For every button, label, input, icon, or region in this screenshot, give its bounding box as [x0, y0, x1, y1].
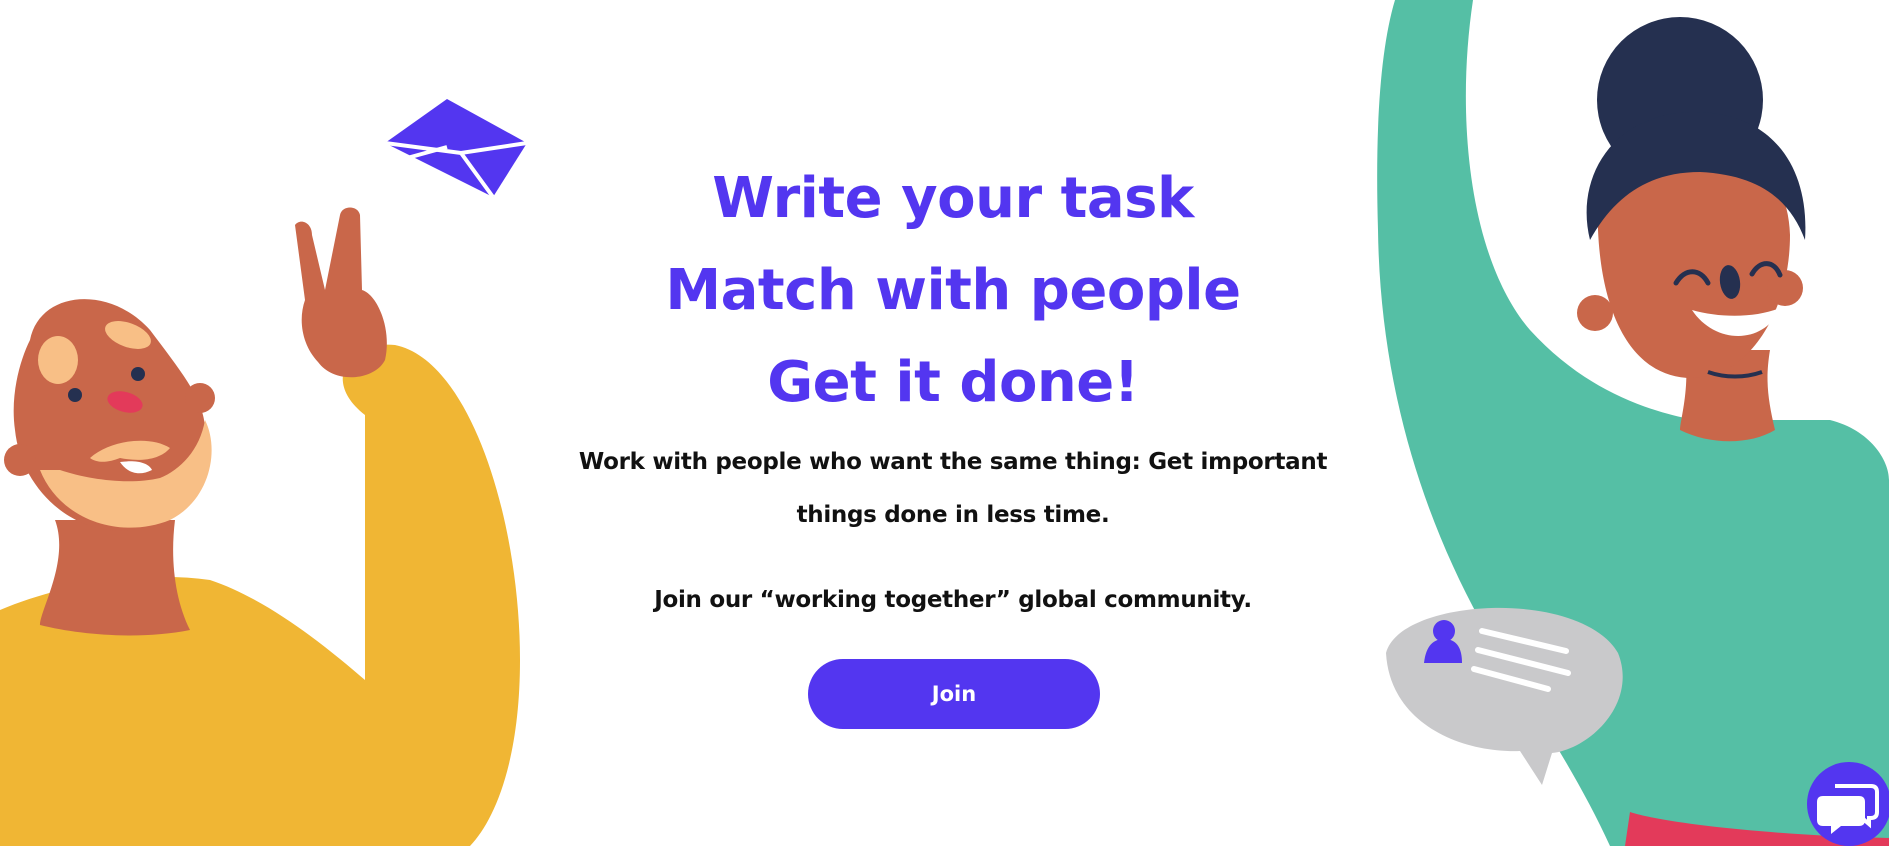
envelope-icon — [385, 99, 528, 199]
chat-widget-icon[interactable] — [1807, 762, 1889, 846]
headline-line-2: Match with people — [665, 258, 1241, 323]
headline-line-3: Get it done! — [767, 350, 1139, 415]
hero-section: Write your task Match with people Get it… — [560, 0, 1346, 846]
headline: Write your task Match with people Get it… — [560, 153, 1346, 429]
community-text: Join our “working together” global commu… — [654, 587, 1252, 613]
landing-page: Write your task Match with people Get it… — [0, 0, 1889, 846]
chat-bubble-icon — [1386, 607, 1623, 785]
subtitle-line-2: things done in less time. — [796, 502, 1110, 528]
join-button[interactable]: Join — [808, 659, 1100, 729]
subtitle: Work with people who want the same thing… — [560, 436, 1346, 542]
subtitle-line-1: Work with people who want the same thing… — [578, 449, 1328, 475]
headline-line-1: Write your task — [712, 166, 1194, 231]
